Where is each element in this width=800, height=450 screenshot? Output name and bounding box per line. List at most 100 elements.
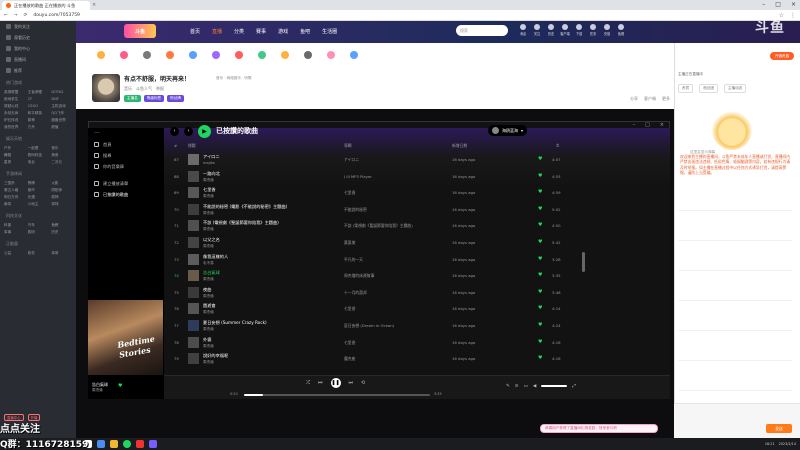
extensions-icon[interactable]: ⋮ [790, 12, 796, 19]
spotify-library-item[interactable]: 已按讚的歌曲 [88, 189, 164, 200]
room-meta-item[interactable]: 音乐 [124, 86, 132, 92]
track-title[interactable]: アイロニ [203, 154, 220, 160]
track-album[interactable]: アイロニ [344, 157, 359, 163]
sidebar-category-link[interactable]: DNF [51, 97, 72, 102]
spotify-nav-item[interactable]: 你的音樂庫 [88, 161, 164, 172]
previous-icon[interactable]: ⏮ [318, 380, 323, 386]
sidebar-category-link[interactable]: 和平精英 [28, 111, 49, 116]
track-album[interactable]: 平凡的一天 [344, 257, 363, 263]
send-button[interactable]: 发送 [766, 424, 792, 433]
user-menu[interactable]: 海鸥蓝海 ▾ [488, 125, 528, 136]
play-playlist-button[interactable]: ▶ [198, 124, 211, 138]
sidebar-category-link[interactable]: 穿越火线 [4, 104, 25, 109]
back-icon[interactable]: ← [4, 13, 8, 18]
progress-track[interactable] [244, 394, 430, 396]
room-meta-item[interactable]: 斗鱼人气 [136, 86, 152, 92]
top-icon-button[interactable]: 任务 [588, 24, 598, 38]
sidebar-category-link[interactable]: 体育 [51, 251, 72, 256]
top-icon-button[interactable]: 下载 [574, 24, 584, 38]
sidebar-category-link[interactable]: CSGO [28, 104, 49, 109]
liked-heart-icon[interactable]: ♥ [538, 322, 542, 328]
queue-icon[interactable]: ≡ [515, 384, 519, 389]
room-tag-badge[interactable]: 等级标签 [143, 95, 165, 102]
top-icon-button[interactable]: 客户端 [560, 24, 570, 38]
room-feature-icon[interactable] [159, 45, 180, 65]
devices-icon[interactable]: ▭ [524, 384, 528, 389]
sidebar-category-link[interactable]: 永劫无间 [4, 111, 25, 116]
top-icon-button[interactable]: 充值 [602, 24, 612, 38]
track-list-scrollbar[interactable] [582, 252, 585, 272]
close-tab-icon[interactable]: × [92, 2, 96, 8]
top-icon-button[interactable]: 历史 [546, 24, 556, 38]
sidebar-category-link[interactable]: 政务 [28, 251, 49, 256]
sidebar-category-link[interactable]: 颜值 [51, 125, 72, 130]
sidebar-item[interactable]: 观看历史 [0, 32, 76, 43]
table-row[interactable]: 78 外婆 周杰倫 七里香 16 days ago ♥ 4:16 [172, 335, 578, 351]
track-artist[interactable]: 周杰倫 [203, 344, 214, 349]
maximize-icon[interactable]: □ [645, 122, 650, 128]
sidebar-category-link[interactable]: 炉石传说 [4, 118, 25, 123]
sidebar-category-link[interactable]: 方舟 [28, 125, 49, 130]
browser-taskbar-icon[interactable] [97, 440, 105, 448]
track-artist[interactable]: 周杰倫 [203, 227, 214, 232]
spotify-nav-item[interactable]: 首頁 [88, 139, 164, 150]
sidebar-item[interactable]: 我的关注 [0, 21, 76, 32]
room-feature-icon[interactable] [297, 45, 318, 65]
liked-heart-icon[interactable]: ♥ [538, 289, 542, 295]
table-row[interactable]: 69 七里香 周杰倫 七里香 16 days ago ♥ 4:59 [172, 185, 578, 201]
track-title[interactable]: 夜曲 [203, 287, 211, 293]
track-album[interactable]: 周杰倫的床邊故事 [344, 273, 374, 279]
track-album[interactable]: J III MP3 Player [344, 174, 372, 179]
room-feature-icon[interactable] [136, 45, 157, 65]
room-feature-icon[interactable] [205, 45, 226, 65]
liked-heart-icon[interactable]: ♥ [118, 383, 122, 389]
sidebar-category-link[interactable]: 斗地主 [28, 202, 49, 207]
liked-heart-icon[interactable]: ♥ [538, 206, 542, 212]
col-date[interactable]: 新增日期 [452, 143, 467, 149]
table-row[interactable]: 73 像我這樣的人 毛不易 平凡的一天 16 days ago ♥ 3:28 [172, 252, 578, 268]
track-title[interactable]: 外婆 [203, 337, 211, 343]
track-album[interactable]: 七里香 [344, 340, 355, 346]
spotify-nav-item[interactable]: 搜尋 [88, 150, 164, 161]
minimize-icon[interactable]: – [762, 1, 765, 8]
room-feature-icon[interactable] [274, 45, 295, 65]
tray-date[interactable]: 2023/2/14 [779, 442, 796, 446]
room-feature-icon[interactable] [343, 45, 364, 65]
track-title[interactable]: 說好的幸福呢 [203, 353, 228, 359]
sidebar-category-link[interactable]: 主机游戏 [51, 104, 72, 109]
sidebar-category-link[interactable]: 球球 [51, 202, 72, 207]
room-meta-item[interactable]: 举报 [156, 86, 164, 92]
sidebar-category-link[interactable]: 汽车 [28, 223, 49, 228]
track-title[interactable]: 不能說的秘密 (電影《不能說的秘密》主題曲) [203, 204, 287, 210]
track-artist[interactable]: majiko [203, 161, 215, 165]
track-album[interactable]: 十一月的蕭邦 [344, 290, 367, 296]
track-album[interactable]: 夏日妄想 (Dream in Ocean) [344, 323, 394, 329]
track-album[interactable]: 七里香 [344, 306, 355, 312]
table-row[interactable]: 68 一路向北 周杰倫 J III MP3 Player 16 days ago ♥ 4:5… [172, 169, 578, 185]
room-feature-icon[interactable] [320, 45, 341, 65]
forward-arrow-icon[interactable]: › [184, 126, 193, 136]
sidebar-category-link[interactable]: 原神 [28, 118, 49, 123]
app-taskbar-icon[interactable] [136, 440, 144, 448]
track-album[interactable]: 葉惠美 [344, 240, 355, 246]
top-icon-button[interactable]: 关注 [532, 24, 542, 38]
browser-tab[interactable]: 正在播放的歌曲 正在播放的 斗鱼 [2, 1, 90, 10]
chat-tab[interactable]: 粉丝团 [699, 84, 718, 93]
gift-notice-pill[interactable]: 恭喜用户获得了直播间礼物奖励，快来参与吧 [540, 424, 658, 433]
sidebar-category-link[interactable]: 阴阳师 [51, 188, 72, 193]
forward-icon[interactable]: → [14, 13, 18, 18]
liked-heart-icon[interactable]: ♥ [538, 222, 542, 228]
sidebar-item[interactable]: 直播间 [0, 54, 76, 65]
nav-link[interactable]: 分类 [234, 28, 244, 35]
table-row[interactable]: 77 夏日妄想 (Summer Crazy Rock) 周杰倫 夏日妄想 (Dream… [172, 318, 578, 334]
track-title[interactable]: 告白氣球 [203, 270, 220, 276]
reload-icon[interactable]: ⟳ [24, 13, 28, 18]
track-title[interactable]: 一路向北 [203, 171, 220, 177]
sidebar-category-link[interactable]: 原神 [51, 195, 72, 200]
sidebar-category-link[interactable]: 舞蹈 [4, 153, 25, 158]
sidebar-category-link[interactable]: 火影 [51, 181, 72, 186]
nav-link[interactable]: 直播 [212, 28, 222, 35]
track-album[interactable]: 魔杰座 [344, 356, 355, 362]
table-row[interactable]: 70 不能說的秘密 (電影《不能說的秘密》主題曲) 周杰倫 不能說的秘密 16 days… [172, 202, 578, 218]
minimize-icon[interactable]: – [633, 122, 636, 128]
